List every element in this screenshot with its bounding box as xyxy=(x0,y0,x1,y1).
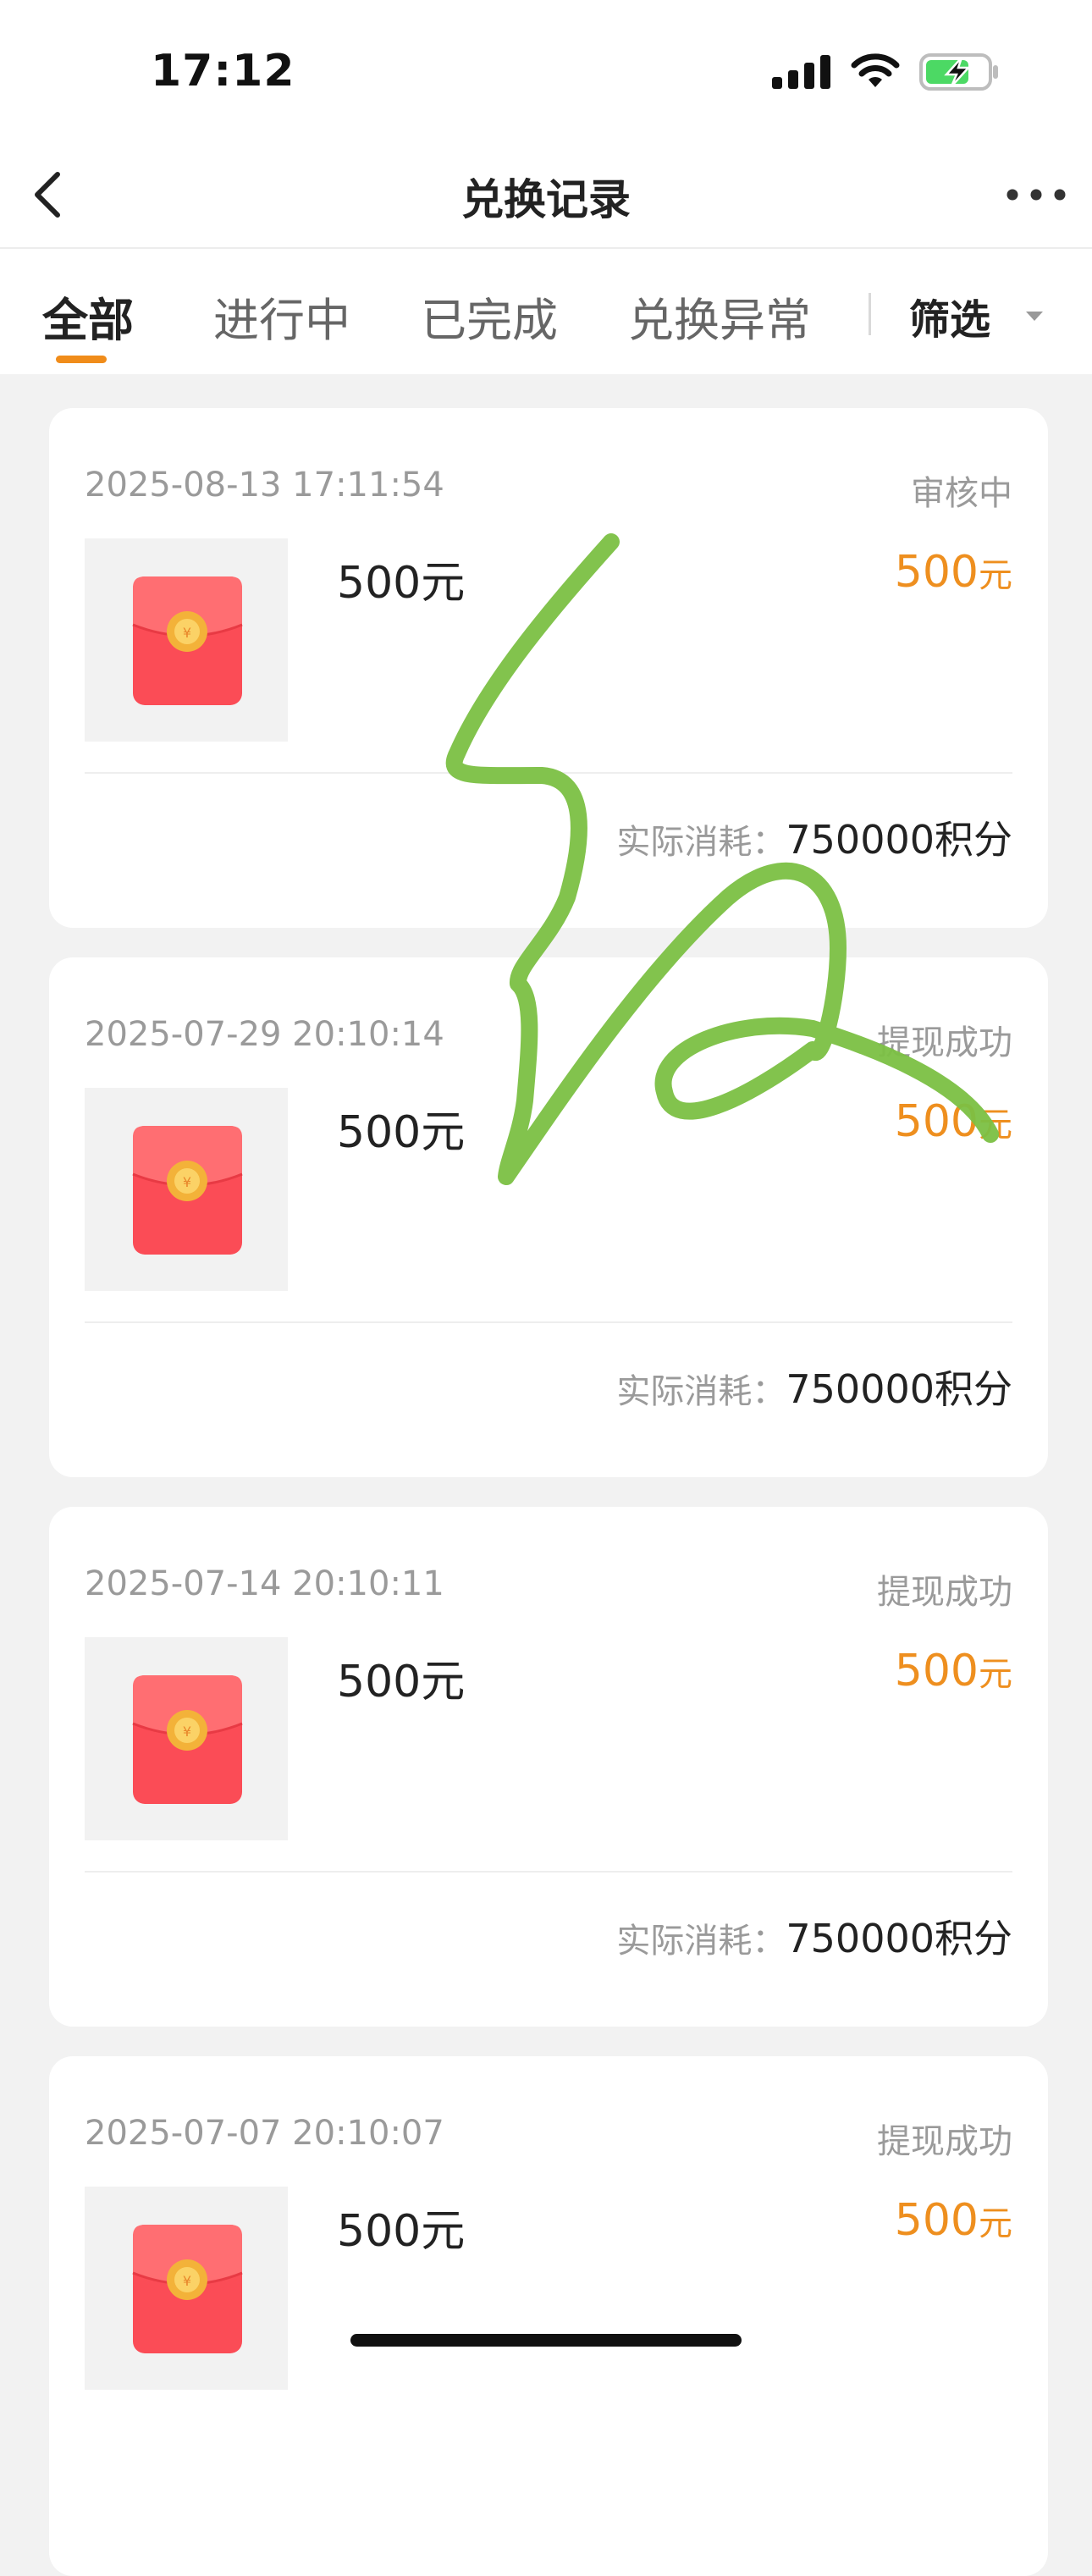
amount-value: 500 xyxy=(894,1096,979,1147)
record-thumbnail: ¥ xyxy=(85,2187,288,2390)
record-status: 审核中 xyxy=(911,474,1012,513)
tab-bar: 全部 进行中 已完成 兑换异常 筛选 xyxy=(0,249,1092,374)
record-status: 提现成功 xyxy=(877,2122,1012,2161)
svg-text:¥: ¥ xyxy=(183,2273,191,2289)
record-card[interactable]: 2025-07-29 20:10:14 提现成功 ¥ 500元 500元 实际消… xyxy=(49,957,1048,1477)
record-name: 500元 xyxy=(337,1107,466,1158)
record-thumbnail: ¥ xyxy=(85,538,288,742)
record-cost: 实际消耗：750000积分 xyxy=(616,1359,1012,1415)
record-card[interactable]: 2025-07-07 20:10:07 提现成功 ¥ 500元 500元 xyxy=(49,2056,1048,2576)
status-icons xyxy=(772,52,1001,91)
red-envelope-icon: ¥ xyxy=(132,2225,243,2353)
amount-unit: 元 xyxy=(979,1106,1012,1145)
amount-value: 500 xyxy=(894,547,979,598)
caret-down-icon[interactable] xyxy=(1026,312,1043,321)
tab-all[interactable]: 全部 xyxy=(42,283,134,350)
red-envelope-icon: ¥ xyxy=(132,1126,243,1255)
home-indicator[interactable] xyxy=(350,2334,742,2347)
card-divider xyxy=(85,772,1012,774)
record-time: 2025-08-13 17:11:54 xyxy=(85,466,444,505)
record-name: 500元 xyxy=(337,558,466,609)
record-status: 提现成功 xyxy=(877,1023,1012,1062)
record-status: 提现成功 xyxy=(877,1573,1012,1612)
svg-text:¥: ¥ xyxy=(183,625,191,641)
record-amount: 500元 xyxy=(895,1096,1012,1147)
cost-value: 750000积分 xyxy=(786,817,1012,863)
cost-label: 实际消耗： xyxy=(616,823,786,862)
more-horizontal-icon[interactable] xyxy=(1002,178,1070,212)
record-time: 2025-07-14 20:10:11 xyxy=(85,1564,444,1603)
card-divider xyxy=(85,1321,1012,1323)
record-card[interactable]: 2025-08-13 17:11:54 审核中 ¥ 500元 500元 实际消耗… xyxy=(49,408,1048,928)
amount-unit: 元 xyxy=(979,2204,1012,2243)
record-time: 2025-07-07 20:10:07 xyxy=(85,2114,444,2153)
svg-text:¥: ¥ xyxy=(183,1724,191,1740)
record-card[interactable]: 2025-07-14 20:10:11 提现成功 ¥ 500元 500元 实际消… xyxy=(49,1507,1048,2027)
red-envelope-icon: ¥ xyxy=(132,576,243,705)
cellular-signal-icon xyxy=(772,55,830,89)
record-thumbnail: ¥ xyxy=(85,1637,288,1840)
wifi-icon xyxy=(851,53,900,87)
record-name: 500元 xyxy=(337,2206,466,2257)
cost-value: 750000积分 xyxy=(786,1916,1012,1961)
cost-label: 实际消耗： xyxy=(616,1372,786,1411)
amount-value: 500 xyxy=(894,2195,979,2246)
record-cost: 实际消耗：750000积分 xyxy=(616,809,1012,865)
nav-bar: 兑换记录 xyxy=(0,144,1092,249)
page-title: 兑换记录 xyxy=(461,175,631,224)
cost-label: 实际消耗： xyxy=(616,1922,786,1961)
card-divider xyxy=(85,1871,1012,1873)
amount-unit: 元 xyxy=(979,1655,1012,1694)
tab-completed[interactable]: 已完成 xyxy=(421,283,558,350)
record-thumbnail: ¥ xyxy=(85,1088,288,1291)
record-time: 2025-07-29 20:10:14 xyxy=(85,1015,444,1054)
record-amount: 500元 xyxy=(895,547,1012,598)
status-bar: 17:12 xyxy=(0,0,1092,144)
tab-in-progress[interactable]: 进行中 xyxy=(213,283,350,350)
record-name: 500元 xyxy=(337,1657,466,1707)
tab-divider xyxy=(869,293,871,335)
battery-charging-icon xyxy=(919,53,998,91)
record-cost: 实际消耗：750000积分 xyxy=(616,1908,1012,1964)
amount-unit: 元 xyxy=(979,556,1012,595)
active-tab-indicator xyxy=(56,356,107,363)
status-time: 17:12 xyxy=(151,46,295,97)
cost-value: 750000积分 xyxy=(786,1366,1012,1412)
record-amount: 500元 xyxy=(895,1646,1012,1696)
record-amount: 500元 xyxy=(895,2195,1012,2246)
filter-button[interactable]: 筛选 xyxy=(909,286,990,345)
svg-text:¥: ¥ xyxy=(183,1174,191,1190)
red-envelope-icon: ¥ xyxy=(132,1675,243,1804)
amount-value: 500 xyxy=(894,1646,979,1696)
tab-exception[interactable]: 兑换异常 xyxy=(628,283,811,350)
